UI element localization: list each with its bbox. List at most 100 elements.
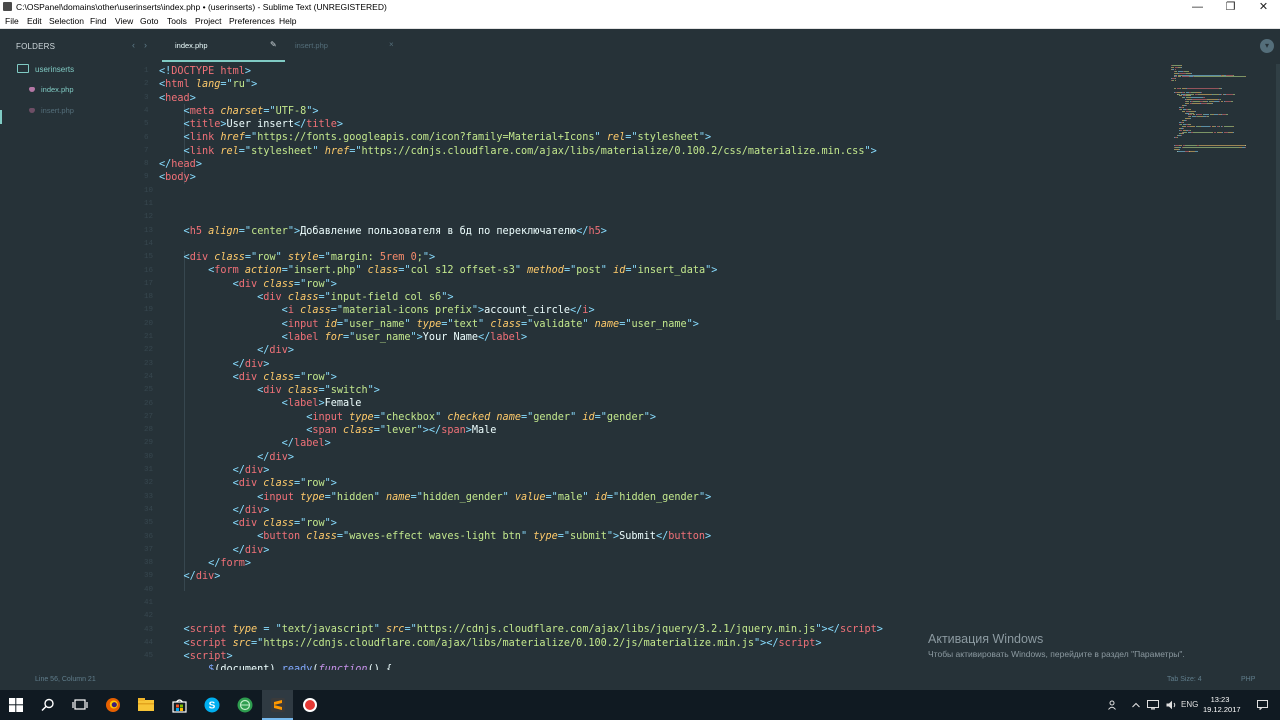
menu-tools[interactable]: Tools [167, 16, 187, 26]
close-window-button[interactable]: ✕ [1247, 0, 1280, 14]
code-line[interactable]: <head> [159, 92, 883, 105]
code-line[interactable]: <input type="checkbox" checked name="gen… [159, 411, 883, 424]
volume-icon[interactable] [1166, 700, 1178, 712]
code-line[interactable]: <input id="user_name" type="text" class=… [159, 318, 883, 331]
menu-selection[interactable]: Selection [49, 16, 84, 26]
notifications-icon[interactable] [1257, 700, 1268, 712]
tab-size-selector[interactable]: Tab Size: 4 [1167, 676, 1202, 683]
clock[interactable]: 13:23 19.12.2017 [1203, 695, 1241, 715]
code-line[interactable]: <html lang="ru"> [159, 78, 883, 91]
menu-find[interactable]: Find [90, 16, 107, 26]
code-line[interactable]: </div> [159, 344, 883, 357]
menu-view[interactable]: View [115, 16, 133, 26]
nav-forward-icon[interactable]: › [144, 40, 147, 50]
sidebar-file-index-php[interactable]: index.php [29, 85, 74, 94]
menu-file[interactable]: File [5, 16, 19, 26]
menu-project[interactable]: Project [195, 16, 221, 26]
code-line[interactable]: <span class="lever"></span>Male [159, 424, 883, 437]
lang-indicator[interactable]: ENG [1181, 700, 1198, 709]
people-icon[interactable] [1108, 700, 1118, 712]
code-line[interactable]: <script src="https://cdnjs.cloudflare.co… [159, 637, 883, 650]
menu-edit[interactable]: Edit [27, 16, 42, 26]
code-token: =" [324, 491, 337, 503]
network-icon[interactable] [1147, 700, 1159, 712]
sidebar-file-insert-php[interactable]: insert.php [29, 106, 74, 115]
code-line[interactable]: </form> [159, 557, 883, 570]
menu-help[interactable]: Help [279, 16, 296, 26]
nav-back-icon[interactable]: ‹ [132, 40, 135, 50]
chevron-up-icon[interactable] [1131, 700, 1141, 712]
open-server-icon[interactable] [237, 697, 253, 713]
code-line[interactable]: <form action="insert.php" class="col s12… [159, 264, 883, 277]
code-text[interactable]: <!DOCTYPE html> <html lang="ru"> <head> <m… [159, 65, 883, 670]
sublime-text-icon[interactable] [270, 697, 286, 713]
code-line[interactable] [159, 211, 883, 224]
code-line[interactable]: </label> [159, 437, 883, 450]
code-line[interactable]: <div class="row" style="margin: 5rem 0;"… [159, 251, 883, 264]
code-line[interactable]: <i class="material-icons prefix">account… [159, 304, 883, 317]
code-line[interactable]: </div> [159, 358, 883, 371]
code-line[interactable] [159, 584, 883, 597]
code-line[interactable]: <script type = "text/javascript" src="ht… [159, 623, 883, 636]
code-line[interactable] [159, 198, 883, 211]
store-icon[interactable] [171, 697, 187, 713]
search-icon[interactable] [40, 697, 56, 713]
tab-insert-php[interactable]: insert.php [295, 41, 328, 50]
code-line[interactable]: <div class="row"> [159, 517, 883, 530]
code-token: checked [447, 411, 491, 423]
code-line[interactable]: <label>Female [159, 397, 883, 410]
code-line[interactable]: <body> [159, 171, 883, 184]
tab-index-php[interactable]: index.php [175, 41, 208, 50]
code-line[interactable]: <div class="row"> [159, 477, 883, 490]
code-editor[interactable]: 1 2 3 4 5 6 7 8 9 10 11 12 13 14 15 16 17 18 19 20 21 22 23 24 2… [144, 64, 1270, 670]
code-line[interactable]: <title>User insert</title> [159, 118, 883, 131]
code-line[interactable]: <meta charset="UTF-8"> [159, 105, 883, 118]
minimize-button[interactable]: — [1181, 0, 1214, 14]
firefox-icon[interactable] [105, 697, 121, 713]
code-line[interactable] [159, 238, 883, 251]
file-explorer-icon[interactable] [138, 697, 154, 713]
code-line[interactable]: <div class="row"> [159, 371, 883, 384]
code-line[interactable]: <label for="user_name">Your Name</label> [159, 331, 883, 344]
tab-list-dropdown-icon[interactable]: ▾ [1260, 39, 1274, 53]
minimap[interactable] [1171, 65, 1251, 152]
code-line[interactable]: <input type="hidden" name="hidden_gender… [159, 491, 883, 504]
windows-start-icon[interactable] [8, 697, 24, 713]
code-line[interactable]: <button class="waves-effect waves-light … [159, 530, 883, 543]
sidebar-folder-userinserts[interactable]: userinserts [17, 64, 74, 74]
maximize-button[interactable]: ❐ [1214, 0, 1247, 14]
code-line[interactable]: <script> [159, 650, 883, 663]
code-line[interactable]: <!DOCTYPE html> [159, 65, 883, 78]
code-line[interactable] [159, 610, 883, 623]
code-line[interactable]: <h5 align="center">Добавление пользовате… [159, 225, 883, 238]
code-line[interactable]: </div> [159, 464, 883, 477]
menu-goto[interactable]: Goto [140, 16, 158, 26]
tab-close-icon[interactable]: × [389, 40, 394, 49]
vertical-scrollbar[interactable] [1276, 64, 1280, 320]
code-line[interactable]: <link href="https://fonts.googleapis.com… [159, 131, 883, 144]
code-token: > [815, 637, 822, 649]
code-line[interactable] [159, 185, 883, 198]
code-line[interactable]: </div> [159, 570, 883, 583]
code-line[interactable]: </div> [159, 544, 883, 557]
skype-icon[interactable]: S [204, 697, 220, 713]
code-token: div [244, 544, 264, 556]
menu-preferences[interactable]: Preferences [229, 16, 275, 26]
code-token: </ [570, 305, 583, 317]
code-line[interactable]: <div class="input-field col s6"> [159, 291, 883, 304]
code-line[interactable]: </div> [159, 451, 883, 464]
code-line[interactable]: <div class="switch"> [159, 384, 883, 397]
task-view-icon[interactable] [72, 697, 88, 713]
code-token: </ [232, 544, 245, 556]
code-line[interactable]: <div class="row"> [159, 278, 883, 291]
syntax-selector[interactable]: PHP [1241, 676, 1255, 683]
code-line[interactable]: </div> [159, 504, 883, 517]
code-line[interactable]: $(document).ready(function() { [159, 663, 883, 670]
code-line[interactable]: </head> [159, 158, 883, 171]
code-line[interactable]: <link rel="stylesheet" href="https://cdn… [159, 145, 883, 158]
recorder-icon[interactable] [302, 697, 318, 713]
code-line[interactable] [159, 597, 883, 610]
code-token: id [324, 318, 337, 330]
